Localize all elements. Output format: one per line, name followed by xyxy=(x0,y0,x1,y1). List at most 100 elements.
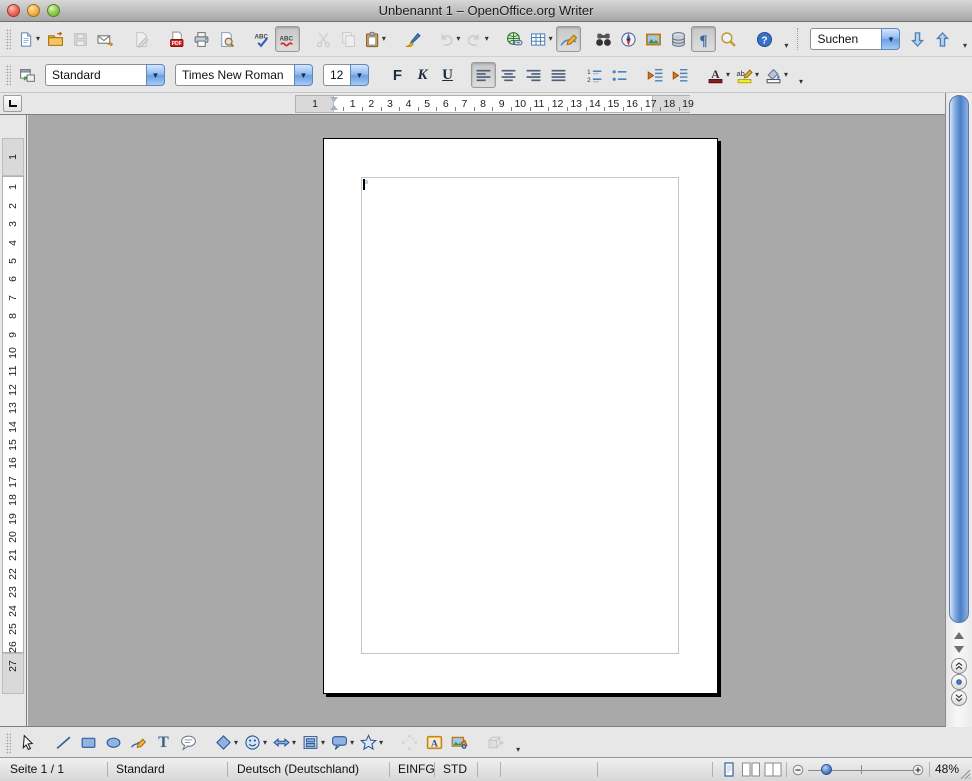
find-replace-button[interactable] xyxy=(591,26,616,52)
insert-table-button[interactable]: ▾ xyxy=(527,26,555,52)
rectangle-tool-button[interactable] xyxy=(76,730,101,756)
status-zoom-level[interactable]: 48% xyxy=(933,762,959,776)
navigation-button[interactable] xyxy=(951,674,967,690)
font-size-combo[interactable]: 12▼ xyxy=(323,64,369,86)
block-arrows-button[interactable]: ▾ xyxy=(270,730,299,756)
select-tool-button[interactable] xyxy=(15,730,40,756)
status-insert-mode[interactable]: EINFG xyxy=(398,762,435,776)
align-right-button[interactable] xyxy=(521,62,546,88)
undo-button[interactable]: ▾ xyxy=(435,26,463,52)
print-button[interactable] xyxy=(189,26,214,52)
italic-button[interactable]: K xyxy=(410,62,435,88)
format-paintbrush-button[interactable] xyxy=(400,26,425,52)
combo-dropdown-button[interactable]: ▼ xyxy=(350,64,369,86)
find-previous-button[interactable] xyxy=(930,26,955,52)
minimize-button[interactable] xyxy=(27,4,40,17)
zoom-button[interactable] xyxy=(716,26,741,52)
format-toolbar-drag-handle[interactable] xyxy=(5,64,11,86)
save-button[interactable] xyxy=(68,26,93,52)
text-box-button[interactable]: T xyxy=(151,730,176,756)
font-size-combo-value[interactable]: 12 xyxy=(323,64,350,86)
cut-button[interactable] xyxy=(311,26,336,52)
window-resize-grip[interactable] xyxy=(958,767,971,780)
callouts-button[interactable]: ▾ xyxy=(328,730,357,756)
status-page-number[interactable]: Seite 1 / 1 xyxy=(10,762,64,776)
main-toolbar-overflow-button[interactable]: ▾ xyxy=(777,26,791,52)
show-draw-functions-button[interactable] xyxy=(556,26,581,52)
zoom-out-button[interactable] xyxy=(792,764,804,776)
draw-toolbar-drag-handle[interactable] xyxy=(5,732,11,754)
page-preview-button[interactable] xyxy=(214,26,239,52)
symbol-shapes-button[interactable]: ▾ xyxy=(241,730,270,756)
highlighting-button[interactable]: ab▾ xyxy=(733,62,762,88)
stars-button[interactable]: ▾ xyxy=(357,730,386,756)
status-page-style[interactable]: Standard xyxy=(116,762,165,776)
tab-stop-type-selector[interactable] xyxy=(3,95,22,112)
data-sources-button[interactable] xyxy=(666,26,691,52)
numbered-list-button[interactable]: 12 xyxy=(582,62,607,88)
scroll-up-button[interactable] xyxy=(946,629,972,641)
edit-points-button[interactable] xyxy=(397,730,422,756)
align-center-button[interactable] xyxy=(496,62,521,88)
edit-file-button[interactable] xyxy=(129,26,154,52)
email-document-button[interactable] xyxy=(93,26,118,52)
search-combo-value[interactable]: Suchen xyxy=(810,28,881,50)
callout-tool-button[interactable] xyxy=(176,730,201,756)
underline-button[interactable]: U xyxy=(435,62,460,88)
multi-page-view-button[interactable] xyxy=(741,761,761,778)
status-language[interactable]: Deutsch (Deutschland) xyxy=(237,762,359,776)
justify-button[interactable] xyxy=(546,62,571,88)
extrusion-toggle-button[interactable] xyxy=(483,730,508,756)
document-page[interactable] xyxy=(323,138,718,694)
redo-button[interactable]: ▾ xyxy=(463,26,491,52)
status-selection-mode[interactable]: STD xyxy=(443,762,467,776)
next-page-button[interactable] xyxy=(951,690,967,706)
zoom-window-button[interactable] xyxy=(47,4,60,17)
freeform-line-button[interactable] xyxy=(126,730,151,756)
font-color-button[interactable]: A▾ xyxy=(704,62,733,88)
combo-dropdown-button[interactable]: ▼ xyxy=(881,28,900,50)
scroll-down-button[interactable] xyxy=(946,643,972,655)
search-combo[interactable]: Suchen▼ xyxy=(810,28,900,50)
styles-window-button[interactable] xyxy=(15,62,40,88)
vertical-scrollbar[interactable] xyxy=(945,93,972,727)
formatting-marks-button[interactable]: ¶ xyxy=(691,26,716,52)
previous-page-button[interactable] xyxy=(951,658,967,674)
gallery-button[interactable] xyxy=(641,26,666,52)
fontwork-gallery-button[interactable]: A xyxy=(422,730,447,756)
bullet-list-button[interactable] xyxy=(607,62,632,88)
horizontal-ruler[interactable]: 112345678910111213141516171819 xyxy=(295,95,690,113)
paragraph-style-combo[interactable]: Standard▼ xyxy=(45,64,165,86)
find-next-button[interactable] xyxy=(905,26,930,52)
auto-spellcheck-button[interactable]: ABC xyxy=(275,26,300,52)
font-name-combo[interactable]: Times New Roman▼ xyxy=(175,64,313,86)
main-toolbar-drag-handle[interactable] xyxy=(5,28,11,50)
align-left-button[interactable] xyxy=(471,62,496,88)
copy-button[interactable] xyxy=(336,26,361,52)
flowchart-button[interactable]: ▾ xyxy=(299,730,328,756)
paragraph-style-combo-value[interactable]: Standard xyxy=(45,64,146,86)
background-color-button[interactable]: ▾ xyxy=(762,62,791,88)
open-button[interactable] xyxy=(43,26,68,52)
basic-shapes-button[interactable]: ▾ xyxy=(212,730,241,756)
increase-indent-button[interactable] xyxy=(668,62,693,88)
zoom-in-button[interactable] xyxy=(912,764,924,776)
paste-button[interactable]: ▾ xyxy=(361,26,389,52)
book-view-button[interactable] xyxy=(763,761,783,778)
vertical-ruler[interactable]: 1123456789101112131415161718192021222324… xyxy=(0,115,27,726)
navigator-button[interactable] xyxy=(616,26,641,52)
draw-toolbar-overflow-button[interactable]: ▾ xyxy=(508,730,522,756)
hyperlink-button[interactable] xyxy=(502,26,527,52)
spellcheck-button[interactable]: ABC xyxy=(250,26,275,52)
bold-button[interactable]: F xyxy=(385,62,410,88)
line-tool-button[interactable] xyxy=(51,730,76,756)
ellipse-tool-button[interactable] xyxy=(101,730,126,756)
combo-dropdown-button[interactable]: ▼ xyxy=(146,64,165,86)
help-button[interactable]: ? xyxy=(752,26,777,52)
picture-from-file-button[interactable] xyxy=(447,730,472,756)
new-document-button[interactable]: ▾ xyxy=(15,26,43,52)
format-toolbar-overflow-button[interactable]: ▾ xyxy=(791,62,805,88)
export-pdf-button[interactable]: PDF xyxy=(164,26,189,52)
zoom-slider-thumb[interactable] xyxy=(821,764,832,775)
search-toolbar-overflow-button[interactable]: ▾ xyxy=(955,26,969,52)
